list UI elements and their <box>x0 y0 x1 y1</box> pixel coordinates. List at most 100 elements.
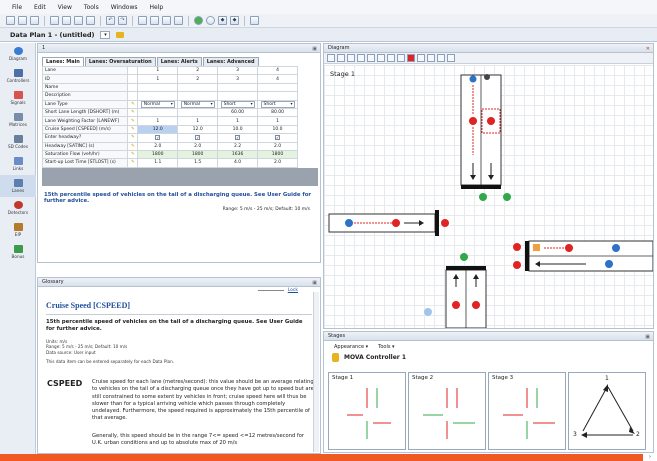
pin-icon[interactable]: ▣ <box>645 333 650 341</box>
select-icon[interactable] <box>327 54 335 62</box>
headway-checkbox[interactable]: ✓ <box>235 134 241 140</box>
table-row[interactable]: Start-up Lost Time [STLOST] (s) ✎ 1.1 1.5 4.… <box>41 158 298 168</box>
table-cell[interactable] <box>137 91 179 101</box>
table-cell[interactable]: 2.2 <box>217 141 259 151</box>
menu-file[interactable]: File <box>12 4 22 11</box>
zoom-in-icon[interactable] <box>337 54 345 62</box>
table-cell[interactable]: 10.0 <box>217 124 259 135</box>
table-cell[interactable]: 80.00 <box>257 107 298 118</box>
table-cell[interactable]: 1800 <box>257 149 298 160</box>
table-cell[interactable]: 1 <box>257 116 298 126</box>
tab-lanes-alerts[interactable]: Lanes: Alerts <box>156 57 202 66</box>
table-cell[interactable]: ✓ <box>177 133 219 143</box>
table-cell[interactable]: 1 <box>137 65 179 76</box>
table-cell[interactable]: 4.0 <box>217 158 259 168</box>
paste-icon[interactable] <box>62 16 71 25</box>
table-cell[interactable] <box>137 82 179 93</box>
table-cell[interactable]: 12.0 <box>137 124 179 135</box>
snap-icon[interactable] <box>397 54 405 62</box>
table-cell[interactable]: ✓ <box>257 133 298 143</box>
table-cell[interactable]: Normal <box>137 99 179 109</box>
table-cell[interactable]: 12.0 <box>177 124 219 135</box>
stage-box-2[interactable]: Stage 2 <box>408 372 486 450</box>
table-cell[interactable] <box>177 91 219 101</box>
table-cell[interactable] <box>137 107 179 118</box>
edit-icon[interactable]: ✎ <box>127 124 139 135</box>
text-icon[interactable] <box>437 54 445 62</box>
table-cell[interactable]: 1 <box>177 116 219 126</box>
nav-bonus[interactable]: Bonus <box>0 241 36 263</box>
table-row[interactable]: Enter headway? ✎ ✓ ✓ ✓ ✓ <box>41 133 298 143</box>
table-cell[interactable]: 1 <box>137 74 179 84</box>
back-icon[interactable] <box>206 16 215 25</box>
edit-icon[interactable]: ✎ <box>127 116 139 126</box>
save-icon[interactable] <box>30 16 39 25</box>
table-cell[interactable]: 10.0 <box>257 124 298 135</box>
table-row[interactable]: Lane Weighting Factor [LANEWF] ✎ 1 1 1 1 <box>41 116 298 126</box>
menu-edit[interactable]: Edit <box>34 4 46 11</box>
print-icon[interactable] <box>74 16 83 25</box>
nav-matrices[interactable]: Matrices <box>0 109 36 131</box>
tools-menu[interactable]: Tools ▾ <box>378 344 394 350</box>
table-row[interactable]: Description <box>41 91 298 101</box>
arrow-icon[interactable] <box>417 54 425 62</box>
headway-checkbox[interactable]: ✓ <box>155 134 161 140</box>
glossary-scrollbar[interactable] <box>313 292 319 452</box>
nav-lanes[interactable]: Lanes <box>0 175 36 197</box>
copy-icon[interactable] <box>50 16 59 25</box>
nav-eip[interactable]: EIP <box>0 219 36 241</box>
nav-sd-codes[interactable]: SD Codes <box>0 131 36 153</box>
table-cell[interactable]: 1 <box>137 116 179 126</box>
table-cell[interactable] <box>177 82 219 93</box>
table-cell[interactable]: 2 <box>177 65 219 76</box>
help-icon[interactable] <box>194 16 203 25</box>
pin-icon[interactable]: ▣ <box>312 45 317 53</box>
nav-links[interactable]: Links <box>0 153 36 175</box>
scroll-right-icon[interactable]: › <box>643 454 657 461</box>
table-cell[interactable]: Short <box>217 99 259 109</box>
table-cell[interactable]: 4 <box>257 65 298 76</box>
table-cell[interactable] <box>257 91 298 101</box>
edit-icon[interactable]: ✎ <box>127 141 139 151</box>
table-cell[interactable]: 1.1 <box>137 158 179 168</box>
redo-icon[interactable]: ↷ <box>118 16 127 25</box>
tab-lanes-advanced[interactable]: Lanes: Advanced <box>202 57 259 66</box>
diagram-canvas[interactable] <box>324 65 653 328</box>
table-cell[interactable]: 2.0 <box>177 141 219 151</box>
table-row[interactable]: Saturation Flow (veh/hr) ✎ 1800 1800 1636 180… <box>41 149 298 160</box>
nav-signals[interactable]: Signals <box>0 87 36 109</box>
table-row[interactable]: Short Lane Length [DSHORT] (m) ✎ 60.00 80.0… <box>41 107 298 118</box>
edit-icon[interactable]: ✎ <box>127 158 139 168</box>
print-preview-icon[interactable] <box>86 16 95 25</box>
headway-checkbox[interactable]: ✓ <box>195 134 201 140</box>
table-row[interactable]: ID 1 2 3 4 <box>41 74 298 84</box>
table-cell[interactable]: 3 <box>217 74 259 84</box>
glossary-zoom-slider[interactable] <box>258 290 284 291</box>
table-icon[interactable] <box>162 16 171 25</box>
table-cell[interactable]: Short <box>257 99 298 109</box>
new-icon[interactable] <box>6 16 15 25</box>
run-icon[interactable] <box>138 16 147 25</box>
nav-detectors[interactable]: Detectors <box>0 197 36 219</box>
pan-icon[interactable] <box>357 54 365 62</box>
table-cell[interactable]: 2.0 <box>257 141 298 151</box>
table-cell[interactable]: ✓ <box>217 133 259 143</box>
table-row[interactable]: Headway [SATINC] (s) ✎ 2.0 2.0 2.2 2.0 <box>41 141 298 151</box>
table-cell[interactable] <box>217 91 259 101</box>
menu-windows[interactable]: Windows <box>111 4 138 11</box>
menu-view[interactable]: View <box>58 4 72 11</box>
chart-icon[interactable] <box>174 16 183 25</box>
table-cell[interactable] <box>217 82 259 93</box>
table-row[interactable]: Name <box>41 82 298 93</box>
table-cell[interactable]: 1.5 <box>177 158 219 168</box>
tab-lanes-oversaturation[interactable]: Lanes: Oversaturation <box>84 57 156 66</box>
zoom-out-icon[interactable] <box>347 54 355 62</box>
plan-edit-icon[interactable] <box>116 31 125 38</box>
table-cell[interactable]: 2.0 <box>137 141 179 151</box>
link-icon[interactable] <box>427 54 435 62</box>
lane-type-select[interactable]: Normal <box>180 100 215 108</box>
close-icon[interactable]: ✕ <box>646 45 650 53</box>
settings-icon[interactable] <box>250 16 259 25</box>
lane-type-select[interactable]: Short <box>260 100 295 108</box>
pin-icon[interactable]: ▣ <box>312 279 317 287</box>
